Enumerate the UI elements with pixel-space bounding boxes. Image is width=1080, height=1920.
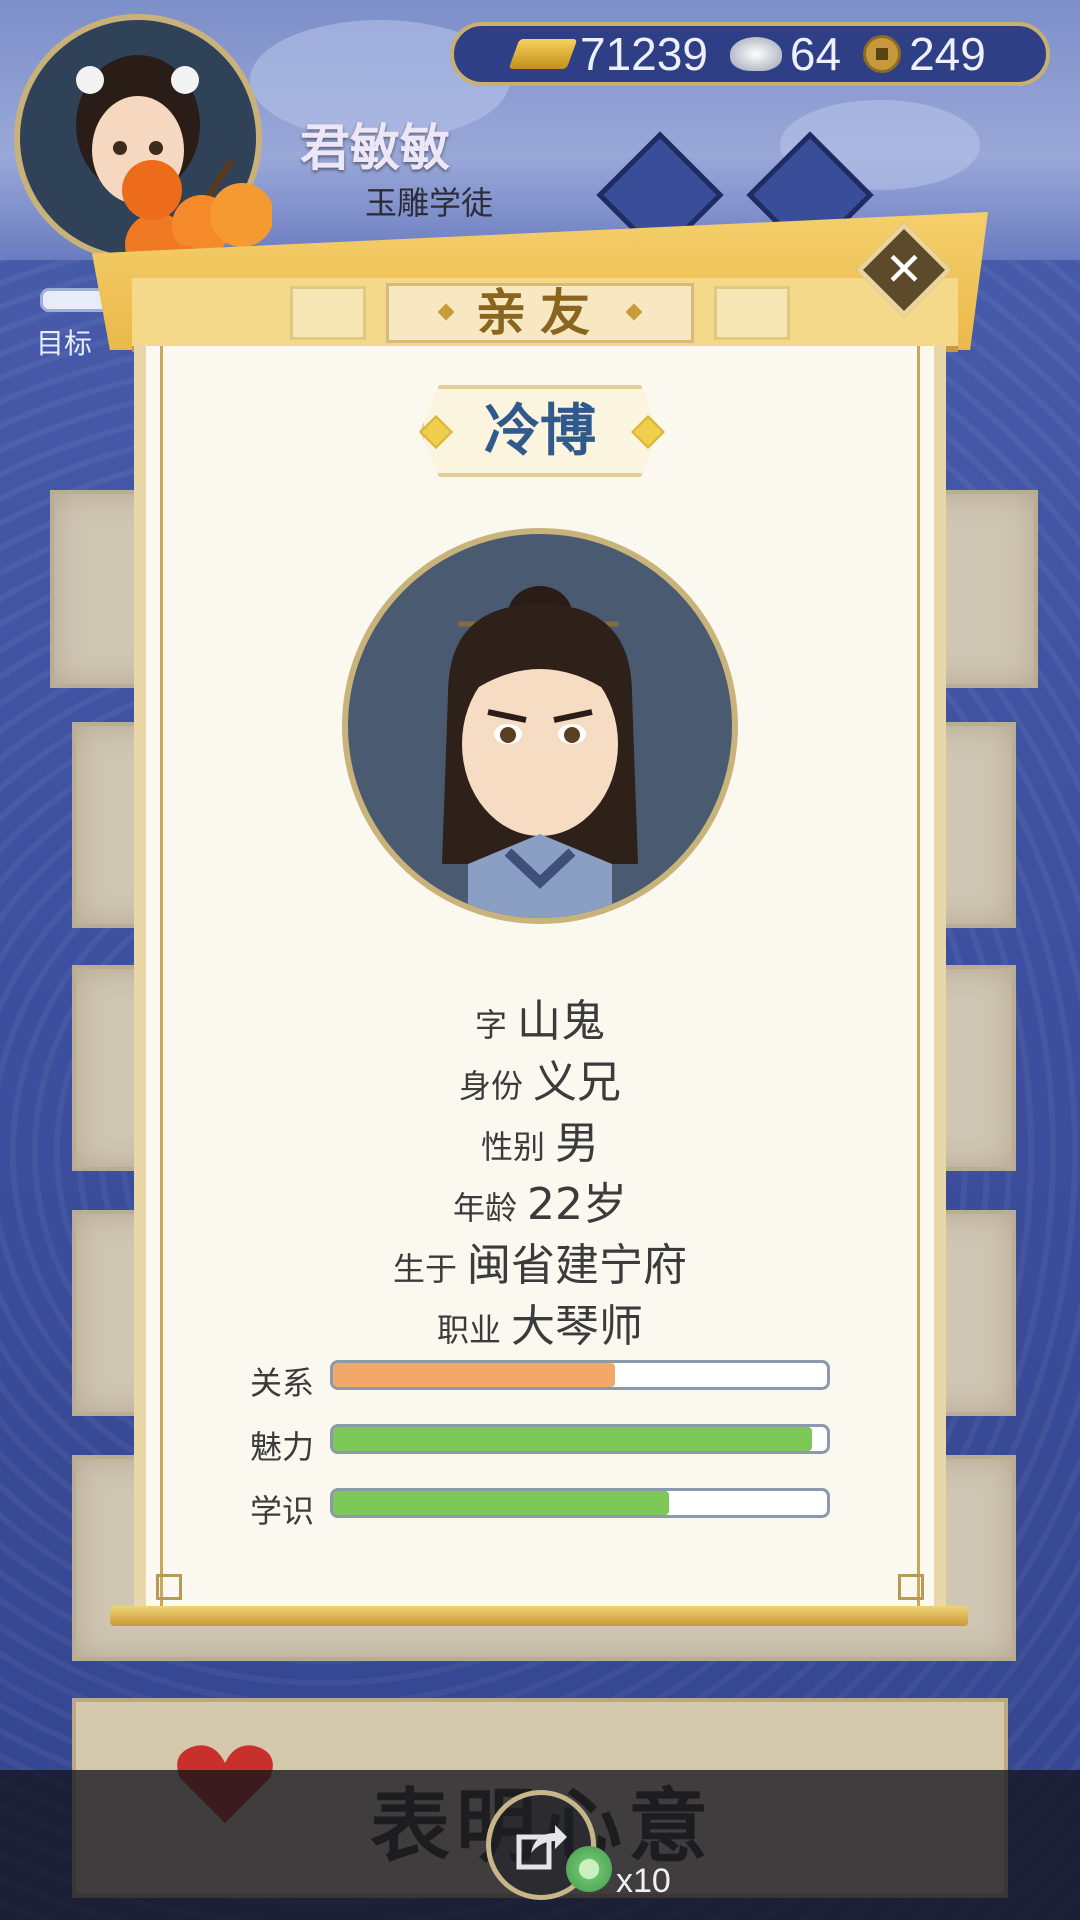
stat-label-knowledge: 学识 [250,1492,315,1530]
stat-fill-charm [333,1427,813,1451]
character-portrait [342,528,738,924]
silver-ingot-icon [729,37,782,71]
info-birthplace: 生于 闽省建宁府 [392,1240,687,1291]
player-title: 玉雕学徒 [365,184,494,222]
stat-fill-relationship [333,1363,615,1387]
character-name: 冷博 [420,385,660,477]
player-name: 君敏敏 [300,119,450,177]
gold-amount: 71239 [580,28,708,80]
scroll-rod [110,1606,968,1626]
currency-bar: 71239 64 249 [450,22,1050,86]
jade-token-icon [566,1846,612,1892]
header-ornament [714,286,790,340]
header-ornament [290,286,366,340]
corner-ornament [156,1574,182,1600]
stat-bar-charm [330,1424,830,1454]
silver-amount: 64 [789,28,842,80]
info-occupation: 职业 大琴师 [436,1301,643,1352]
copper-coin-icon [863,35,902,73]
corner-ornament [898,1574,924,1600]
stat-bar-relationship [330,1360,830,1390]
close-icon[interactable]: ✕ [870,236,938,304]
stat-bar-knowledge [330,1488,830,1518]
coin-amount: 249 [909,28,986,80]
goal-label[interactable]: 目标 [36,322,92,362]
stat-label-charm: 魅力 [250,1428,315,1466]
dialog-title: 亲友 [386,283,694,343]
stat-label-relationship: 关系 [250,1364,315,1402]
stat-fill-knowledge [333,1491,669,1515]
info-age: 年龄 22岁 [452,1179,627,1230]
gold-ingot-icon [508,39,578,69]
cost-count: x10 [616,1862,671,1900]
info-courtesy-name: 字山鬼 [474,996,605,1047]
share-icon [516,1825,567,1870]
info-gender: 性别男 [480,1118,599,1169]
info-identity: 身份 义兄 [458,1057,621,1108]
